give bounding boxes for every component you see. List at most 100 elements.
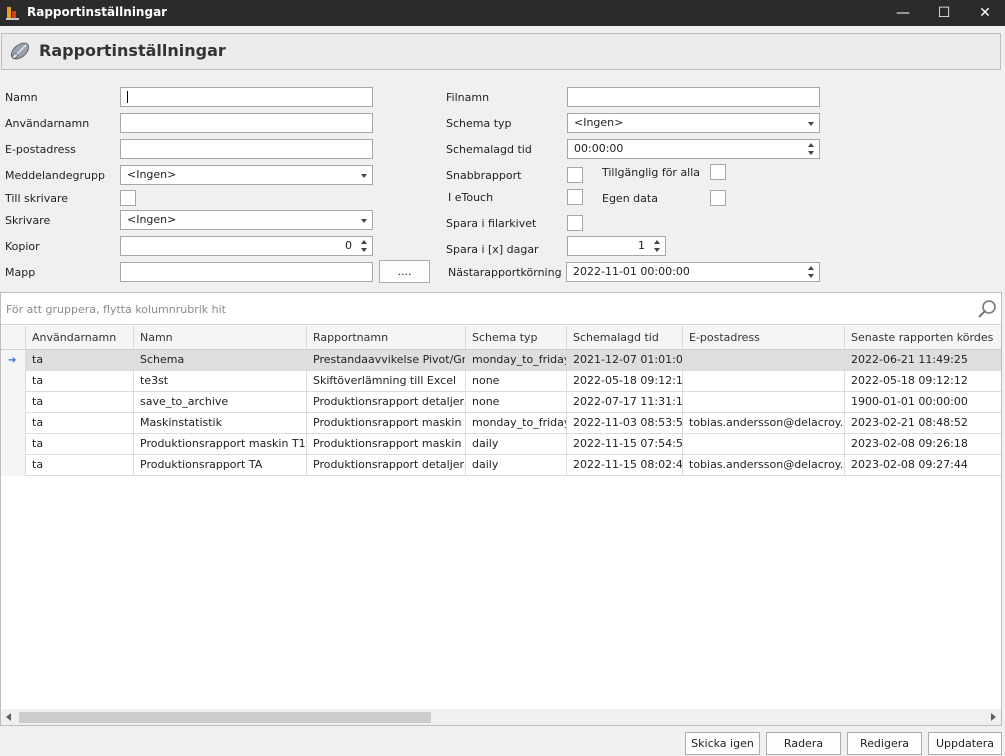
table-cell[interactable]: Maskinstatistik	[134, 413, 307, 434]
minimize-button[interactable]: —	[883, 0, 923, 26]
spin-down-icon[interactable]	[808, 151, 814, 155]
spin-up-icon[interactable]	[808, 143, 814, 147]
table-cell[interactable]: Produktionsrapport maskin	[307, 413, 466, 434]
table-cell[interactable]: daily	[466, 455, 567, 476]
table-cell[interactable]: te3st	[134, 371, 307, 392]
table-cell[interactable]: monday_to_friday	[466, 413, 567, 434]
table-cell[interactable]: 2022-05-18 09:12:12	[567, 371, 683, 392]
table-cell[interactable]: save_to_archive	[134, 392, 307, 413]
egen-data-checkbox[interactable]	[710, 190, 726, 206]
spin-up-icon[interactable]	[654, 240, 660, 244]
row-indicator	[1, 413, 26, 434]
table-cell[interactable]: Produktionsrapport detaljerad	[307, 455, 466, 476]
table-cell[interactable]: Produktionsrapport maskin T1000	[134, 434, 307, 455]
table-cell[interactable]: ta	[26, 434, 134, 455]
nasta-spinner[interactable]: 2022-11-01 00:00:00	[566, 262, 820, 282]
column-header[interactable]: Användarnamn	[26, 326, 134, 350]
table-cell[interactable]: Produktionsrapport maskin	[307, 434, 466, 455]
table-cell[interactable]	[683, 434, 845, 455]
namn-input[interactable]	[120, 87, 373, 107]
scrollbar-thumb[interactable]	[19, 712, 431, 723]
group-panel[interactable]: För att gruppera, flytta kolumnrubrik hi…	[1, 293, 1001, 325]
column-header[interactable]: Rapportnamn	[307, 326, 466, 350]
table-cell[interactable]	[683, 350, 845, 371]
uppdatera-button[interactable]: Uppdatera	[928, 732, 1002, 755]
table-cell[interactable]: 2022-11-15 07:54:57	[567, 434, 683, 455]
browse-folder-button[interactable]: ....	[379, 260, 430, 283]
schema-typ-select[interactable]: <Ingen>	[567, 113, 820, 133]
table-row[interactable]: ta save_to_archive Produktionsrapport de…	[1, 392, 1001, 413]
table-cell[interactable]	[683, 371, 845, 392]
horizontal-scrollbar[interactable]	[1, 709, 1001, 725]
kopior-spinner[interactable]: 0	[120, 236, 373, 256]
table-cell[interactable]: 2022-07-17 11:31:10	[567, 392, 683, 413]
table-cell[interactable]: 1900-01-01 00:00:00	[845, 392, 1001, 413]
table-cell[interactable]: Produktionsrapport TA	[134, 455, 307, 476]
skicka-igen-button[interactable]: Skicka igen	[685, 732, 760, 755]
spin-up-icon[interactable]	[808, 266, 814, 270]
table-cell[interactable]: ta	[26, 413, 134, 434]
table-cell[interactable]: 2022-11-03 08:53:54	[567, 413, 683, 434]
spin-up-icon[interactable]	[361, 240, 367, 244]
table-cell[interactable]: Produktionsrapport detaljerad	[307, 392, 466, 413]
spin-down-icon[interactable]	[654, 248, 660, 252]
table-cell[interactable]: 2021-12-07 01:01:01	[567, 350, 683, 371]
tillganglig-checkbox[interactable]	[710, 164, 726, 180]
scroll-left-icon[interactable]	[6, 713, 11, 721]
table-cell[interactable]: Prestandaavvikelse Pivot/Graf	[307, 350, 466, 371]
spin-down-icon[interactable]	[361, 248, 367, 252]
meddelandegrupp-select[interactable]: <Ingen>	[120, 165, 373, 185]
page-title: Rapportinställningar	[39, 41, 226, 60]
table-cell[interactable]: ta	[26, 455, 134, 476]
row-indicator	[1, 434, 26, 455]
maximize-button[interactable]: ☐	[924, 0, 964, 26]
column-header[interactable]: Namn	[134, 326, 307, 350]
schemalagd-tid-spinner[interactable]: 00:00:00	[567, 139, 820, 159]
table-cell[interactable]: 2022-11-15 08:02:49	[567, 455, 683, 476]
column-header[interactable]: Senaste rapporten kördes	[845, 326, 1001, 350]
skrivare-select[interactable]: <Ingen>	[120, 210, 373, 230]
table-row[interactable]: ta te3st Skiftöverlämning till Excel non…	[1, 371, 1001, 392]
redigera-button[interactable]: Redigera	[847, 732, 922, 755]
table-cell[interactable]: none	[466, 371, 567, 392]
table-row[interactable]: ta Produktionsrapport maskin T1000 Produ…	[1, 434, 1001, 455]
column-header[interactable]: Schema typ	[466, 326, 567, 350]
table-cell[interactable]: none	[466, 392, 567, 413]
mapp-input[interactable]	[120, 262, 373, 282]
table-row[interactable]: ta Maskinstatistik Produktionsrapport ma…	[1, 413, 1001, 434]
till-skrivare-checkbox[interactable]	[120, 190, 136, 206]
scroll-right-icon[interactable]	[991, 713, 996, 721]
header-panel: Rapportinställningar	[1, 33, 1001, 70]
table-cell[interactable]: 2022-05-18 09:12:12	[845, 371, 1001, 392]
table-cell[interactable]: ta	[26, 350, 134, 371]
filnamn-input[interactable]	[567, 87, 820, 107]
table-cell[interactable]: ta	[26, 392, 134, 413]
search-icon[interactable]	[977, 299, 997, 319]
column-header[interactable]: E-postadress	[683, 326, 845, 350]
table-row[interactable]: ta Produktionsrapport TA Produktionsrapp…	[1, 455, 1001, 476]
spara-dagar-spinner[interactable]: 1	[567, 236, 666, 256]
close-button[interactable]: ✕	[965, 0, 1005, 26]
table-cell[interactable]: ta	[26, 371, 134, 392]
table-cell[interactable]: tobias.andersson@delacroy.se	[683, 413, 845, 434]
spara-filarkiv-checkbox[interactable]	[567, 215, 583, 231]
table-cell[interactable]: monday_to_friday	[466, 350, 567, 371]
table-cell[interactable]: daily	[466, 434, 567, 455]
table-cell[interactable]: Schema	[134, 350, 307, 371]
epost-input[interactable]	[120, 139, 373, 159]
spin-down-icon[interactable]	[808, 274, 814, 278]
table-row[interactable]: ➔ ta Schema Prestandaavvikelse Pivot/Gra…	[1, 350, 1001, 371]
table-cell[interactable]: 2023-02-21 08:48:52	[845, 413, 1001, 434]
table-cell[interactable]: tobias.andersson@delacroy.se	[683, 455, 845, 476]
schemalagd-tid-value: 00:00:00	[574, 142, 624, 155]
etouch-checkbox[interactable]	[567, 189, 583, 205]
table-cell[interactable]: Skiftöverlämning till Excel	[307, 371, 466, 392]
snabbrapport-checkbox[interactable]	[567, 167, 583, 183]
table-cell[interactable]	[683, 392, 845, 413]
radera-button[interactable]: Radera	[766, 732, 841, 755]
anvandarnamn-input[interactable]	[120, 113, 373, 133]
table-cell[interactable]: 2023-02-08 09:27:44	[845, 455, 1001, 476]
table-cell[interactable]: 2022-06-21 11:49:25	[845, 350, 1001, 371]
column-header[interactable]: Schemalagd tid	[567, 326, 683, 350]
table-cell[interactable]: 2023-02-08 09:26:18	[845, 434, 1001, 455]
